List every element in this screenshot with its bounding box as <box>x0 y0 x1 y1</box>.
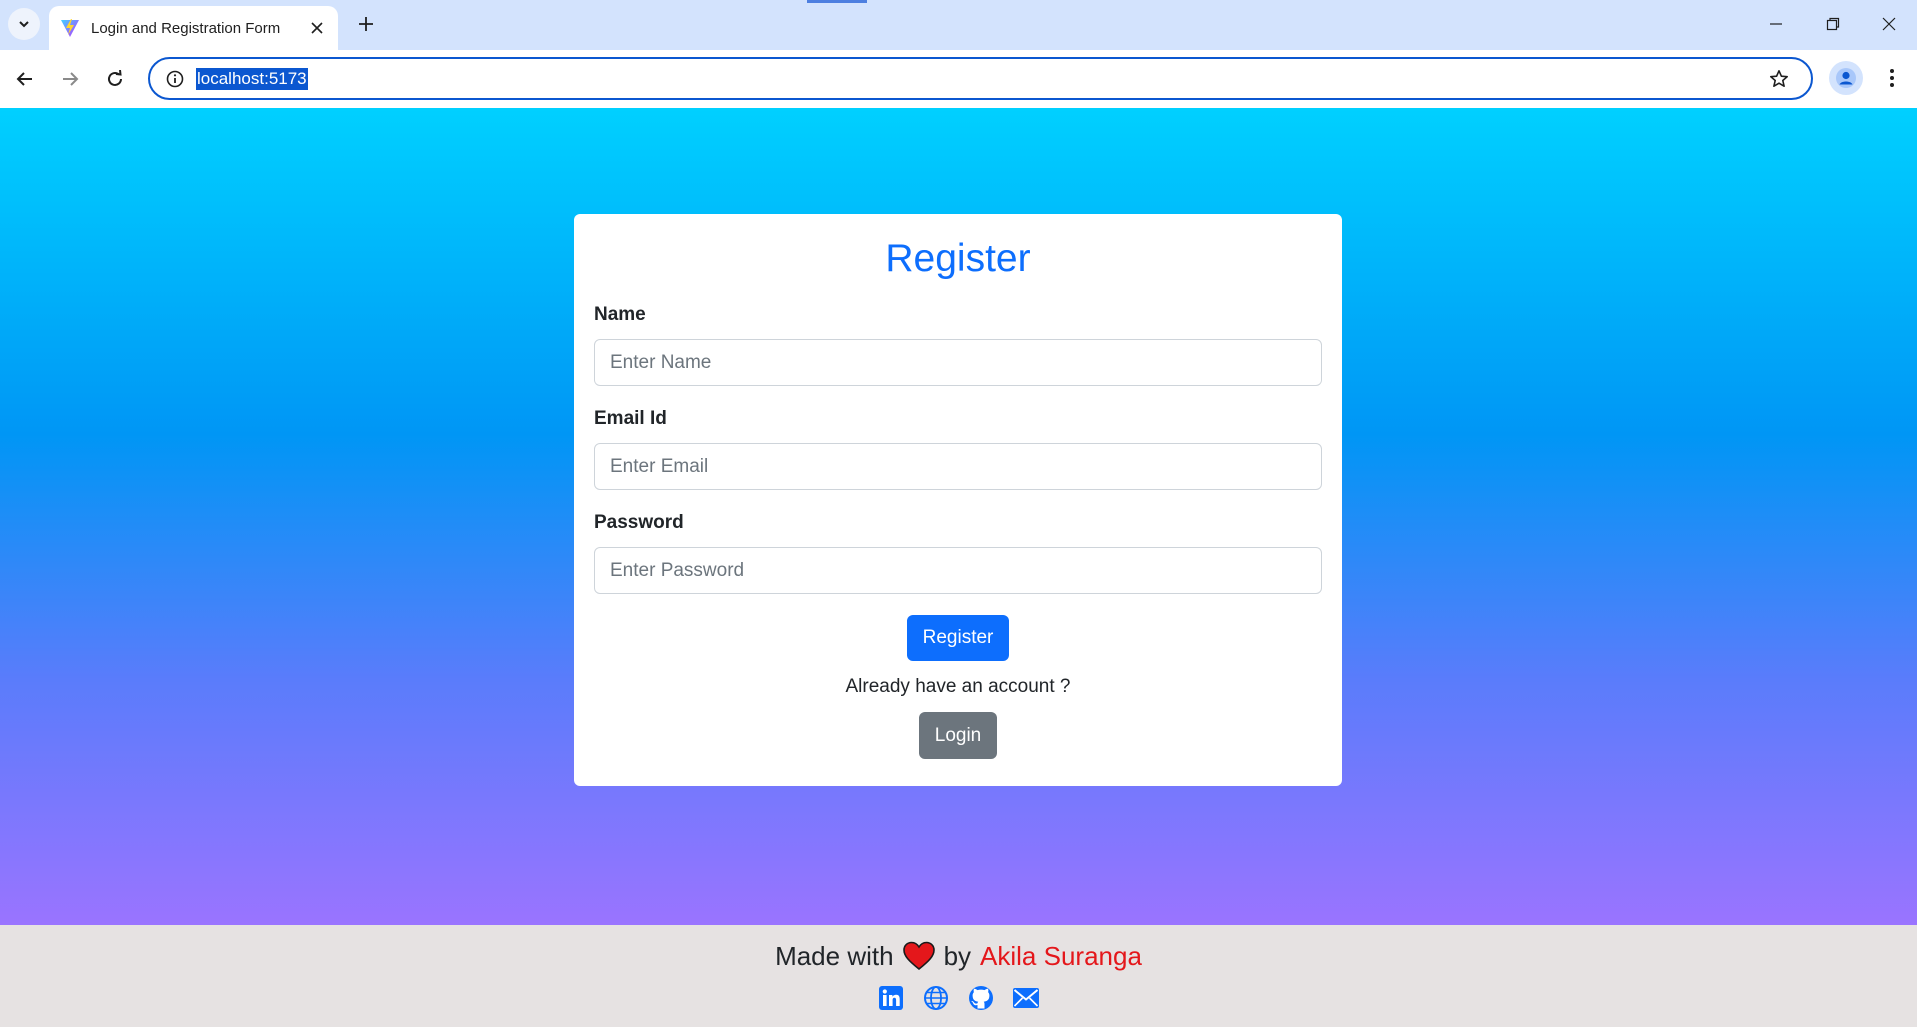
password-input[interactable] <box>594 547 1322 594</box>
reload-icon <box>108 70 122 86</box>
person-icon <box>1836 68 1856 88</box>
browser-menu-button[interactable] <box>1875 61 1909 95</box>
social-links <box>0 984 1917 1012</box>
minimize-button[interactable] <box>1747 0 1804 48</box>
kebab-menu-icon <box>1890 69 1894 87</box>
reload-button[interactable] <box>98 62 132 96</box>
url-text[interactable]: localhost:5173 <box>196 68 308 90</box>
name-input[interactable] <box>594 339 1322 386</box>
register-card: Register Name Email Id Password Register… <box>574 214 1342 786</box>
register-actions: Register <box>594 594 1322 661</box>
restore-button[interactable] <box>1804 0 1861 48</box>
login-actions: Login <box>594 698 1322 759</box>
close-icon <box>1882 17 1895 31</box>
bookmark-star-icon[interactable] <box>1767 67 1791 91</box>
password-label: Password <box>594 512 684 533</box>
login-button[interactable]: Login <box>918 712 998 759</box>
site-info-icon[interactable] <box>164 68 186 90</box>
back-button[interactable] <box>8 62 42 96</box>
chevron-down-icon <box>19 21 29 28</box>
author-name[interactable]: Akila Suranga <box>980 941 1142 971</box>
tab-search-button[interactable] <box>8 8 40 40</box>
mail-icon[interactable] <box>1012 984 1040 1012</box>
close-window-button[interactable] <box>1860 0 1917 48</box>
profile-avatar-button[interactable] <box>1829 61 1863 95</box>
github-icon[interactable] <box>967 984 995 1012</box>
tab-title: Login and Registration Form <box>91 19 281 37</box>
form-title: Register <box>885 237 1031 280</box>
plus-icon <box>359 17 373 31</box>
made-with-text: Made with <box>775 941 894 971</box>
by-text: by <box>943 941 972 971</box>
credit-line: Made with by Akila Suranga <box>0 941 1917 971</box>
forward-button[interactable] <box>53 62 87 96</box>
tab-drag-indicator <box>807 0 867 3</box>
linkedin-icon[interactable] <box>877 984 905 1012</box>
minimize-icon <box>1769 23 1782 25</box>
arrow-right-icon <box>63 72 79 86</box>
new-tab-button[interactable] <box>351 9 381 39</box>
page-background: Register Name Email Id Password Register… <box>0 108 1917 925</box>
tab-close-icon[interactable] <box>304 15 330 41</box>
browser-tab-active[interactable]: Login and Registration Form <box>49 6 338 50</box>
arrow-left-icon <box>16 72 32 86</box>
restore-icon <box>1826 17 1839 31</box>
vite-logo-icon <box>59 17 81 39</box>
heart-icon <box>902 941 935 971</box>
email-label: Email Id <box>594 408 667 429</box>
footer: Made with by Akila Suranga <box>0 925 1917 1027</box>
name-label: Name <box>594 304 646 325</box>
register-button[interactable]: Register <box>906 615 1010 661</box>
globe-icon[interactable] <box>922 984 950 1012</box>
address-bar[interactable]: localhost:5173 <box>148 57 1813 100</box>
already-account-text: Already have an account ? <box>845 676 1071 697</box>
browser-tabstrip: Login and Registration Form <box>0 0 1917 50</box>
email-input[interactable] <box>594 443 1322 490</box>
